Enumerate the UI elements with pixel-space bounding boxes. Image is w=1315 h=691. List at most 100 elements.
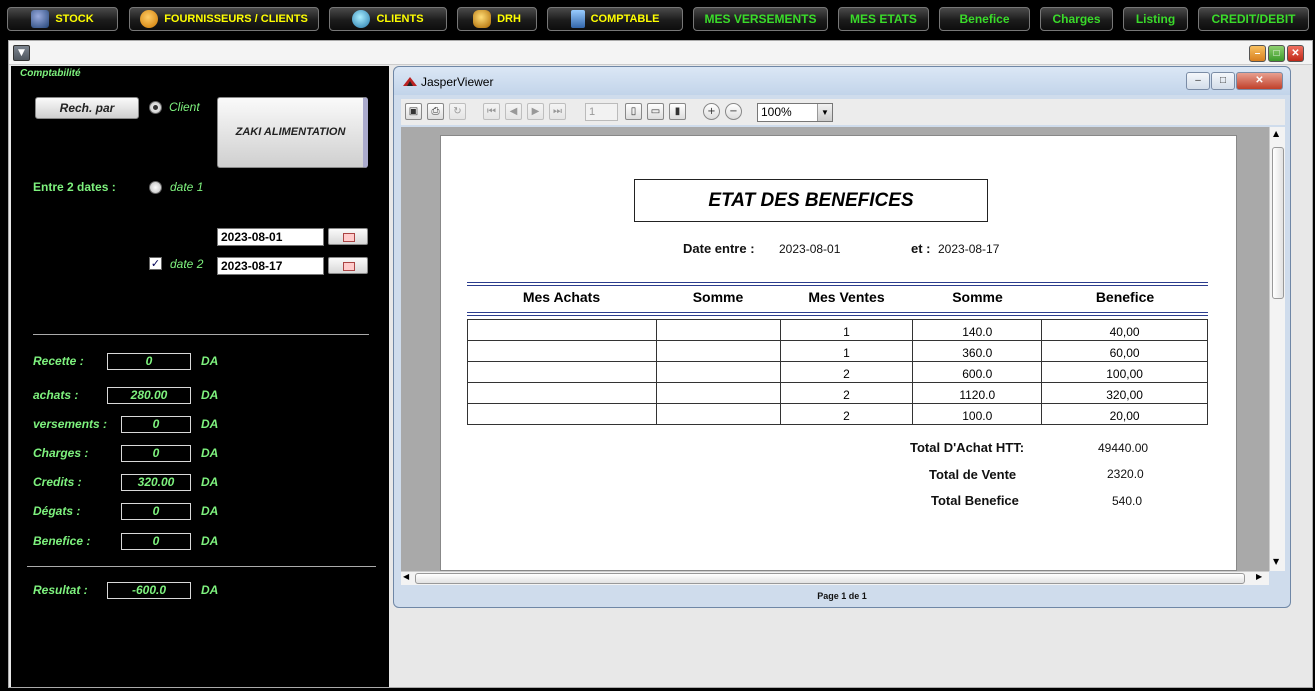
- cell: 60,00: [1041, 340, 1208, 362]
- benefice-value: 0: [121, 533, 191, 550]
- cell: 40,00: [1041, 319, 1208, 341]
- comptable-button[interactable]: COMPTABLE: [547, 7, 683, 31]
- stock-button[interactable]: STOCK: [7, 7, 118, 31]
- versements-button[interactable]: MES VERSEMENTS: [693, 7, 828, 31]
- previous-page-icon[interactable]: ◀: [505, 103, 522, 120]
- date2-field[interactable]: 2023-08-17: [217, 257, 324, 275]
- horizontal-scroll-thumb[interactable]: [415, 573, 1245, 584]
- date1-label: date 1: [170, 180, 204, 194]
- supplier-icon: [140, 10, 159, 28]
- recette-value: 0: [107, 353, 191, 370]
- degats-value: 0: [121, 503, 191, 520]
- date1-radio[interactable]: [149, 181, 162, 194]
- table-row: 2 1120.0 320,00: [467, 382, 1208, 404]
- frame-menu-button[interactable]: ▼: [13, 45, 30, 61]
- date1-field[interactable]: 2023-08-01: [217, 228, 324, 246]
- credit-debit-button[interactable]: CREDIT/DEBIT: [1198, 7, 1309, 31]
- credits-value: 320.00: [121, 474, 191, 491]
- fit-width-icon[interactable]: ▮: [669, 103, 686, 120]
- next-page-icon[interactable]: ▶: [527, 103, 544, 120]
- cell: 2: [779, 382, 914, 404]
- cell: 140.0: [912, 319, 1043, 341]
- actual-size-icon[interactable]: ▯: [625, 103, 642, 120]
- cell: [655, 319, 781, 341]
- cell: 2: [779, 403, 914, 425]
- versements-label: MES VERSEMENTS: [704, 12, 817, 26]
- table-row: 2 600.0 100,00: [467, 361, 1208, 383]
- vertical-scroll-thumb[interactable]: [1272, 147, 1284, 299]
- horizontal-scrollbar[interactable]: ◀ ▶: [401, 571, 1269, 585]
- recette-label: Recette :: [33, 354, 84, 368]
- zoom-select[interactable]: 100% ▼: [757, 103, 833, 122]
- versements-label: versements :: [33, 417, 108, 431]
- jasper-viewer-window: JasperViewer – □ ✕ ▣ ⎙ ↻ ⏮ ◀ ▶ ⏭ 1 ▯ ▭ ▮…: [393, 66, 1291, 608]
- benefice-button[interactable]: Benefice: [939, 7, 1030, 31]
- date-to-value: 2023-08-17: [938, 242, 1000, 256]
- fournisseurs-clients-button[interactable]: FOURNISSEURS / CLIENTS: [129, 7, 319, 31]
- total-vente-label: Total de Vente: [929, 467, 1017, 482]
- viewer-minimize-button[interactable]: –: [1186, 72, 1210, 90]
- etats-button[interactable]: MES ETATS: [838, 7, 929, 31]
- jasper-logo-icon: [403, 77, 417, 86]
- minimize-button[interactable]: –: [1249, 45, 1266, 62]
- cell: 320,00: [1041, 382, 1208, 404]
- stock-label: STOCK: [55, 13, 94, 25]
- rech-par-button[interactable]: Rech. par: [35, 97, 139, 119]
- clients-button[interactable]: CLIENTS: [329, 7, 447, 31]
- achats-currency: DA: [201, 388, 219, 402]
- top-nav-bar: STOCK FOURNISSEURS / CLIENTS CLIENTS DRH…: [0, 0, 1315, 38]
- scroll-right-icon[interactable]: ▶: [1256, 572, 1262, 581]
- vertical-scrollbar[interactable]: ▲ ▼: [1269, 127, 1285, 571]
- last-page-icon[interactable]: ⏭: [549, 103, 566, 120]
- date-entre-label: Date entre :: [683, 241, 755, 256]
- zoom-value: 100%: [761, 105, 792, 119]
- divider: [33, 334, 369, 335]
- cell: 1: [779, 319, 914, 341]
- viewer-maximize-button[interactable]: □: [1211, 72, 1235, 90]
- total-achat-label: Total D'Achat HTT:: [910, 440, 1025, 455]
- fit-page-icon[interactable]: ▭: [647, 103, 664, 120]
- total-achat-value: 49440.00: [1098, 441, 1149, 455]
- listing-label: Listing: [1135, 12, 1176, 26]
- charges-button[interactable]: Charges: [1040, 7, 1113, 31]
- page-number-field[interactable]: 1: [585, 103, 618, 121]
- header-mes-achats: Mes Achats: [522, 289, 601, 305]
- viewer-toolbar: ▣ ⎙ ↻ ⏮ ◀ ▶ ⏭ 1 ▯ ▭ ▮ + − 100% ▼: [401, 99, 1285, 125]
- client-select-button[interactable]: ZAKI ALIMENTATION: [217, 97, 368, 168]
- viewer-close-button[interactable]: ✕: [1236, 72, 1283, 90]
- drh-icon: [473, 10, 492, 28]
- listing-button[interactable]: Listing: [1123, 7, 1188, 31]
- save-icon[interactable]: ▣: [405, 103, 422, 120]
- first-page-icon[interactable]: ⏮: [483, 103, 500, 120]
- drh-button[interactable]: DRH: [457, 7, 537, 31]
- table-row: 2 100.0 20,00: [467, 403, 1208, 425]
- date1-calendar-icon[interactable]: [328, 228, 368, 245]
- report-viewport: ETAT DES BENEFICES Date entre : 2023-08-…: [401, 127, 1269, 571]
- scroll-up-icon[interactable]: ▲: [1273, 129, 1279, 138]
- benefice-label: Benefice: [959, 12, 1010, 26]
- date2-checkbox[interactable]: ✓: [149, 257, 162, 270]
- versements-value: 0: [121, 416, 191, 433]
- resultat-label: Resultat :: [33, 583, 88, 597]
- close-button[interactable]: ✕: [1287, 45, 1304, 62]
- maximize-button[interactable]: □: [1268, 45, 1285, 62]
- zoom-out-icon[interactable]: −: [725, 103, 742, 120]
- viewer-title: JasperViewer: [421, 75, 494, 89]
- print-icon[interactable]: ⎙: [427, 103, 444, 120]
- cell: [467, 382, 657, 404]
- date2-calendar-icon[interactable]: [328, 257, 368, 274]
- zoom-in-icon[interactable]: +: [703, 103, 720, 120]
- scroll-left-icon[interactable]: ◀: [403, 572, 409, 581]
- benefice-label: Benefice :: [33, 534, 91, 548]
- scroll-down-icon[interactable]: ▼: [1273, 557, 1279, 566]
- reload-icon[interactable]: ↻: [449, 103, 466, 120]
- total-vente-value: 2320.0: [1107, 467, 1144, 481]
- clients-label: CLIENTS: [376, 13, 424, 25]
- degats-currency: DA: [201, 504, 219, 518]
- et-label: et :: [911, 241, 931, 256]
- cell: [655, 403, 781, 425]
- header-benefice: Benefice: [1095, 289, 1155, 305]
- comptable-label: COMPTABLE: [590, 13, 660, 25]
- client-radio[interactable]: [149, 101, 162, 114]
- cell: [655, 340, 781, 362]
